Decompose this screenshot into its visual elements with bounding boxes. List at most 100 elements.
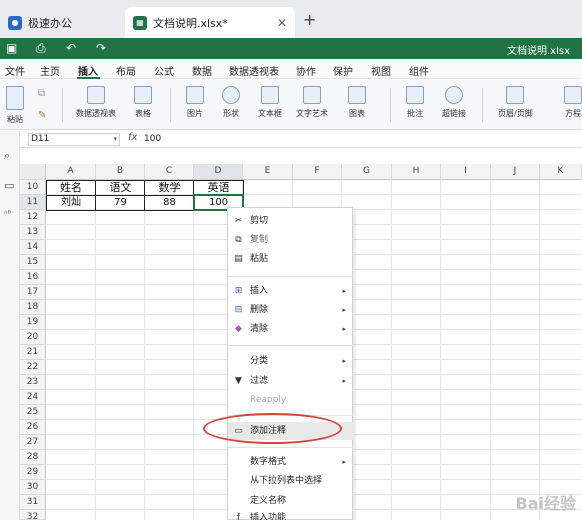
row-header[interactable]: 28 — [20, 450, 46, 465]
menu-item-copy[interactable]: ⧉ 复制 — [228, 231, 354, 249]
menu-item-pick-from-list[interactable]: 从下拉列表中选择 — [228, 472, 354, 490]
menu-home[interactable]: 主页 — [40, 63, 60, 78]
row-header[interactable]: 18 — [20, 300, 46, 315]
comment-button[interactable]: 批注 — [406, 86, 424, 119]
row-header[interactable]: 24 — [20, 390, 46, 405]
search-icon[interactable]: ⌕ — [4, 149, 10, 163]
save-icon[interactable]: ▣ — [6, 41, 17, 55]
undo-icon[interactable]: ↶ — [66, 41, 76, 55]
column-header[interactable]: G — [342, 164, 392, 180]
spellcheck-icon[interactable]: ᴬᴮ — [4, 209, 11, 218]
ribbon-label: 表格 — [135, 109, 151, 118]
pivot-table-button[interactable]: 数据透视表 — [76, 86, 116, 119]
tab-document[interactable]: ▦ 文档说明.xlsx* ✕ — [125, 7, 295, 38]
ribbon-label: 页眉/页脚 — [498, 109, 533, 118]
menu-file[interactable]: 文件 — [5, 63, 25, 78]
menu-view[interactable]: 视图 — [371, 63, 391, 78]
menu-item-insert[interactable]: ⊞ 插入 ▸ — [228, 282, 354, 300]
column-header[interactable]: C — [145, 164, 194, 180]
menu-item-define-name[interactable]: 定义名称 — [228, 492, 354, 510]
row-header[interactable]: 30 — [20, 480, 46, 495]
row-header[interactable]: 14 — [20, 240, 46, 255]
menu-plugins[interactable]: 组件 — [409, 63, 429, 78]
paste-button[interactable]: 粘贴 — [6, 86, 24, 125]
menu-item-sort[interactable]: 分类 ▸ — [228, 352, 354, 370]
menu-layout[interactable]: 布局 — [116, 63, 136, 78]
row-header[interactable]: 10 — [20, 180, 46, 195]
row-header[interactable]: 27 — [20, 435, 46, 450]
format-painter-icon[interactable]: ✎ — [38, 110, 46, 121]
hyperlink-button[interactable]: 超链接 — [442, 86, 466, 119]
row-header[interactable]: 29 — [20, 465, 46, 480]
table-cell[interactable]: 姓名 — [46, 180, 96, 195]
menu-item-insert-function[interactable]: ƒ 插入功能 — [228, 509, 354, 520]
menu-bar: 文件 主页 插入 布局 公式 数据 数据透视表 协作 保护 视图 组件 — [0, 59, 582, 79]
copy-icon[interactable]: ⧉ — [38, 88, 45, 99]
image-button[interactable]: 图片 — [186, 86, 204, 119]
text-art-button[interactable]: 文字艺术 — [296, 86, 328, 119]
menu-item-clear[interactable]: ◆ 清除 ▸ — [228, 320, 354, 338]
row-header[interactable]: 16 — [20, 270, 46, 285]
row-header[interactable]: 15 — [20, 255, 46, 270]
menu-item-paste[interactable]: ▤ 粘贴 — [228, 250, 354, 268]
row-header[interactable]: 11 — [20, 195, 46, 210]
column-header[interactable]: K — [540, 164, 582, 180]
menu-item-delete[interactable]: ⊟ 删除 ▸ — [228, 301, 354, 319]
shape-button[interactable]: 形状 — [222, 86, 240, 119]
row-header[interactable]: 26 — [20, 420, 46, 435]
filter-icon: ▼ — [235, 376, 242, 386]
close-icon[interactable]: ✕ — [277, 16, 287, 30]
table-cell[interactable]: 语文 — [96, 180, 145, 195]
menu-pivot[interactable]: 数据透视表 — [229, 63, 279, 78]
row-header[interactable]: 13 — [20, 225, 46, 240]
menu-protect[interactable]: 保护 — [333, 63, 353, 78]
row-header[interactable]: 21 — [20, 345, 46, 360]
redo-icon[interactable]: ↷ — [96, 41, 106, 55]
chevron-down-icon[interactable]: ▾ — [113, 134, 117, 145]
menu-insert[interactable]: 插入 — [78, 63, 98, 78]
select-all-corner[interactable] — [20, 164, 46, 180]
column-header[interactable]: H — [392, 164, 441, 180]
formula-input[interactable]: 100 — [144, 134, 161, 144]
header-footer-button[interactable]: 页眉/页脚 — [498, 86, 533, 119]
column-header[interactable]: D — [194, 164, 243, 180]
textbox-button[interactable]: 文本框 — [258, 86, 282, 119]
chevron-right-icon: ▸ — [342, 325, 346, 333]
column-header[interactable]: J — [491, 164, 540, 180]
menu-collab[interactable]: 协作 — [296, 63, 316, 78]
equation-button[interactable]: 方程 — [564, 86, 582, 119]
menu-data[interactable]: 数据 — [192, 63, 212, 78]
column-header[interactable]: I — [441, 164, 491, 180]
row-header[interactable]: 23 — [20, 375, 46, 390]
chart-button[interactable]: 图表 — [348, 86, 366, 119]
column-header[interactable]: F — [293, 164, 342, 180]
table-cell[interactable]: 88 — [145, 195, 194, 210]
table-cell[interactable]: 数学 — [145, 180, 194, 195]
function-icon[interactable]: fx — [128, 132, 137, 143]
menu-item-number-format[interactable]: 数字格式 ▸ — [228, 453, 354, 471]
new-tab-icon[interactable]: + — [303, 10, 316, 29]
row-header[interactable]: 22 — [20, 360, 46, 375]
name-box[interactable]: D11 ▾ — [28, 133, 120, 146]
row-header[interactable]: 20 — [20, 330, 46, 345]
table-cell[interactable]: 刘灿 — [46, 195, 96, 210]
row-header[interactable]: 12 — [20, 210, 46, 225]
row-header[interactable]: 19 — [20, 315, 46, 330]
column-header[interactable]: B — [96, 164, 145, 180]
column-header[interactable]: E — [243, 164, 293, 180]
row-header[interactable]: 17 — [20, 285, 46, 300]
row-header[interactable]: 32 — [20, 510, 46, 520]
menu-formula[interactable]: 公式 — [154, 63, 174, 78]
row-header[interactable]: 25 — [20, 405, 46, 420]
comments-panel-icon[interactable]: ▭ — [4, 179, 14, 192]
print-icon[interactable]: ⎙ — [36, 41, 46, 56]
table-button[interactable]: 表格 — [134, 86, 152, 119]
table-cell[interactable]: 英语 — [194, 180, 243, 195]
column-header[interactable]: A — [46, 164, 96, 180]
tab-home[interactable]: ● 极速办公 — [0, 7, 122, 38]
menu-item-filter[interactable]: ▼ 过滤 ▸ — [228, 372, 354, 390]
menu-item-label: 插入 — [250, 286, 269, 296]
table-cell[interactable]: 79 — [96, 195, 145, 210]
menu-item-cut[interactable]: ✂ 剪切 — [228, 212, 354, 230]
row-header[interactable]: 31 — [20, 495, 46, 510]
